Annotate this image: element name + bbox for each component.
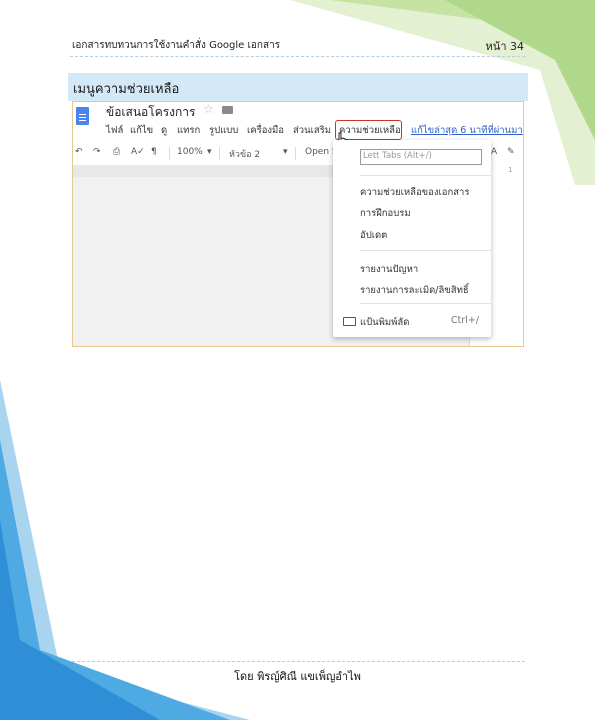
section-title: เมนูความช่วยเหลือ [73, 82, 180, 97]
text-color-icon[interactable]: A [491, 147, 497, 157]
menu-edit[interactable]: แก้ไข [130, 123, 153, 138]
star-icon[interactable]: ☆ [203, 102, 214, 116]
style-select[interactable]: หัวข้อ 2 [229, 147, 260, 161]
menu-insert[interactable]: แทรก [177, 123, 200, 138]
redo-icon[interactable]: ↷ [93, 147, 101, 157]
help-shortcuts-item[interactable]: แป้นพิมพ์ลัด [360, 315, 409, 330]
menu-view[interactable]: ดู [161, 123, 167, 138]
section-heading-bar: เมนูความช่วยเหลือ [68, 73, 528, 101]
help-training-item[interactable]: การฝึกอบรม [360, 206, 411, 221]
menu-addons[interactable]: ส่วนเสริม [293, 123, 331, 138]
help-report-abuse-item[interactable]: รายงานการละเมิด/ลิขสิทธิ์ [360, 283, 469, 298]
keyboard-icon [343, 317, 356, 326]
help-updates-item[interactable]: อัปเดต [360, 228, 387, 243]
page-number: หน้า 34 [485, 40, 524, 53]
undo-icon[interactable]: ↶ [75, 147, 83, 157]
footer-divider [72, 661, 525, 662]
help-search-input[interactable]: Lett Tabs (Alt+/) [360, 149, 482, 165]
chevron-down-icon[interactable]: ▾ [207, 147, 212, 157]
menu-divider [360, 250, 491, 251]
help-report-problem-item[interactable]: รายงานปัญหา [360, 262, 418, 277]
highlight-pen-icon[interactable]: ✎ [507, 147, 515, 157]
menu-file[interactable]: ไฟล์ [106, 123, 123, 138]
zoom-select[interactable]: 100% [177, 147, 203, 157]
menu-tools[interactable]: เครื่องมือ [247, 123, 284, 138]
paint-format-icon[interactable]: ¶ [151, 147, 157, 157]
chevron-down-icon[interactable]: ▾ [283, 147, 288, 157]
docs-logo-icon [76, 107, 89, 125]
menu-divider [360, 303, 491, 304]
help-docs-help-item[interactable]: ความช่วยเหลือของเอกสาร [360, 185, 469, 200]
help-shortcuts-key: Ctrl+/ [450, 315, 479, 326]
menu-format[interactable]: รูปแบบ [209, 123, 238, 138]
help-dropdown-menu: Lett Tabs (Alt+/) ความช่วยเหลือของเอกสาร… [333, 140, 491, 337]
help-search-placeholder: Lett Tabs (Alt+/) [363, 151, 432, 161]
spellcheck-icon[interactable]: A✓ [131, 147, 145, 157]
document-title[interactable]: ข้อเสนอโครงการ [106, 103, 195, 122]
print-icon[interactable]: ⎙ [113, 147, 120, 157]
header-divider [70, 56, 525, 57]
menu-divider [360, 175, 491, 176]
header-title: เอกสารทบทวนการใช้งานคำสั่ง Google เอกสาร [72, 40, 281, 51]
google-docs-screenshot: ข้อเสนอโครงการ ☆ ไฟล์ แก้ไข ดู แทรก รูปแ… [72, 101, 524, 347]
folder-icon[interactable] [222, 106, 233, 114]
last-edit-link[interactable]: แก้ไขล่าสุด 6 นาทีที่ผ่านมา [411, 123, 523, 138]
footer-author: โดย พิรญ์ศิณี แขเพ็ญอำไพ [234, 670, 361, 683]
ruler-number: 1 [508, 166, 513, 174]
